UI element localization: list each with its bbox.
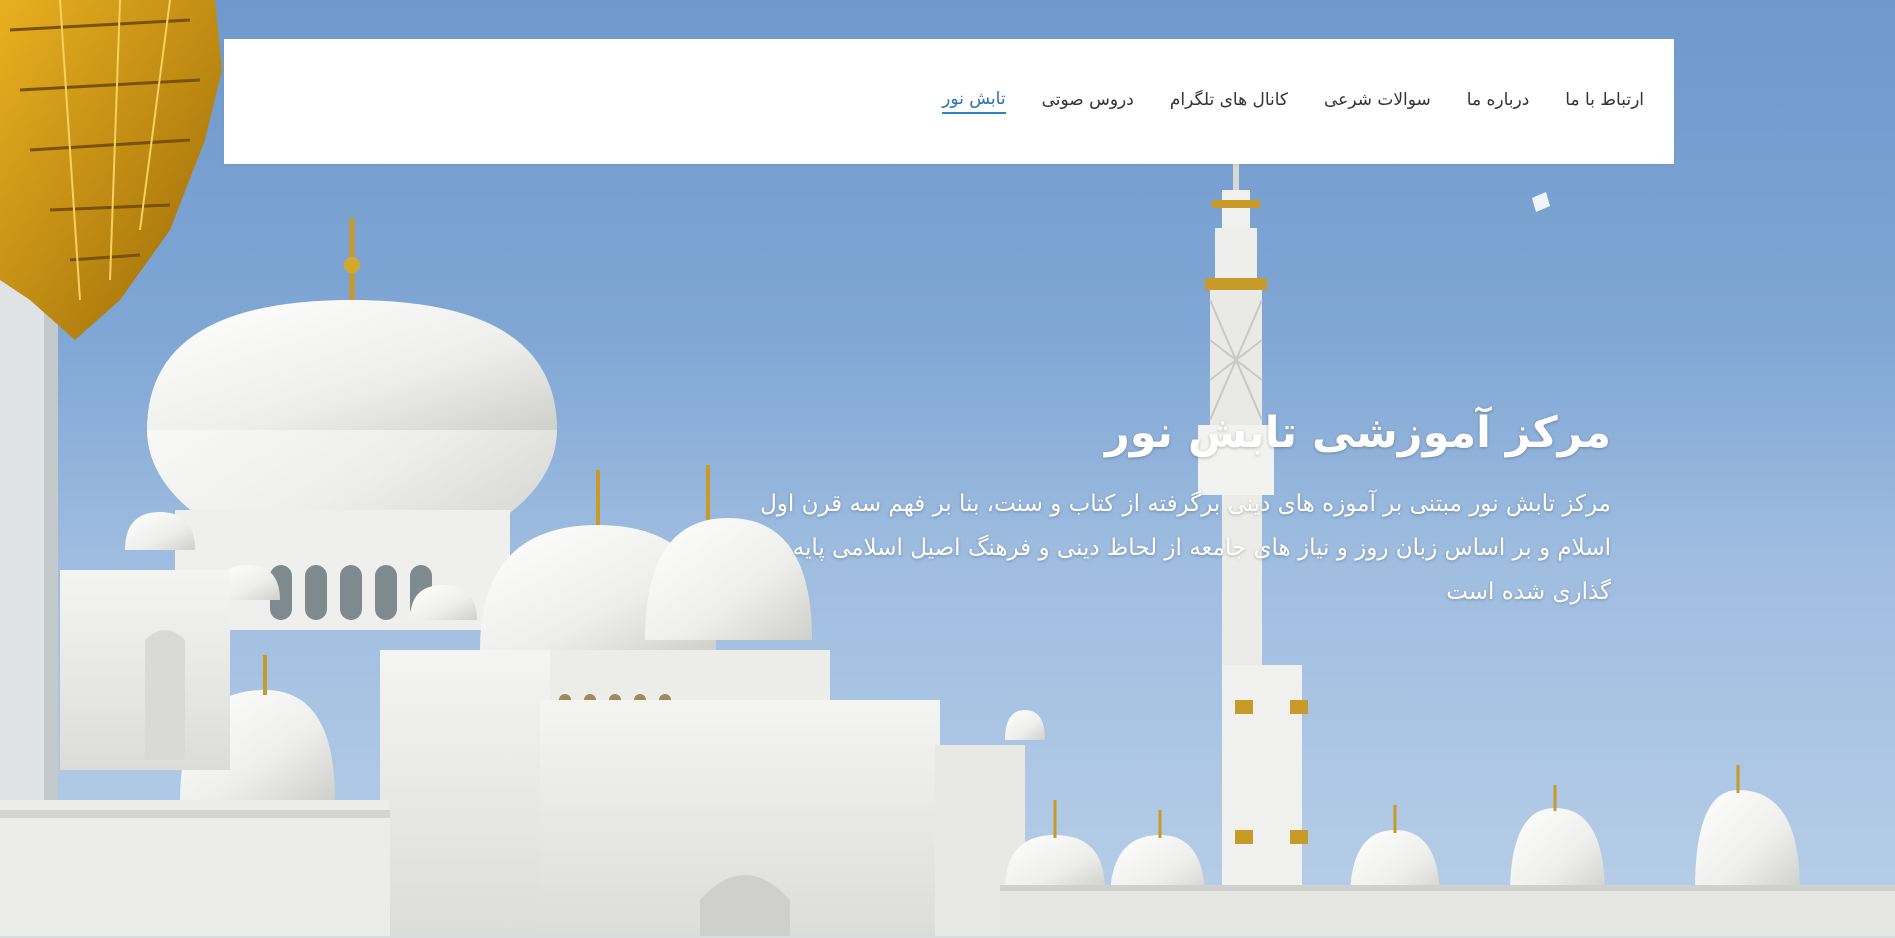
nav-item-tabesh-noor[interactable]: تابش نور: [942, 89, 1006, 114]
top-navbar: تابش نور دروس صوتی کانال های تلگرام سوال…: [224, 39, 1674, 164]
nav-item-contact-us[interactable]: ارتباط با ما: [1565, 90, 1644, 113]
nav-item-telegram-channels[interactable]: کانال های تلگرام: [1170, 90, 1288, 113]
nav-menu: تابش نور دروس صوتی کانال های تلگرام سوال…: [906, 39, 1644, 164]
kite-shape: [1532, 192, 1550, 212]
main-dome: [147, 218, 557, 630]
page: تابش نور دروس صوتی کانال های تلگرام سوال…: [0, 0, 1895, 938]
hero-description: مرکز تابش نور مبتنی بر آموزه های دینی بر…: [760, 490, 1611, 605]
nav-item-audio-lessons[interactable]: دروس صوتی: [1042, 90, 1134, 113]
small-domes-right: [1000, 710, 1895, 938]
hero-section: مرکز آموزشی تابش نور مرکز تابش نور مبتنی…: [731, 408, 1611, 614]
nav-item-religious-questions[interactable]: سوالات شرعی: [1324, 90, 1431, 113]
hero-title: مرکز آموزشی تابش نور: [1105, 408, 1611, 458]
nav-item-about-us[interactable]: درباره ما: [1467, 90, 1530, 113]
